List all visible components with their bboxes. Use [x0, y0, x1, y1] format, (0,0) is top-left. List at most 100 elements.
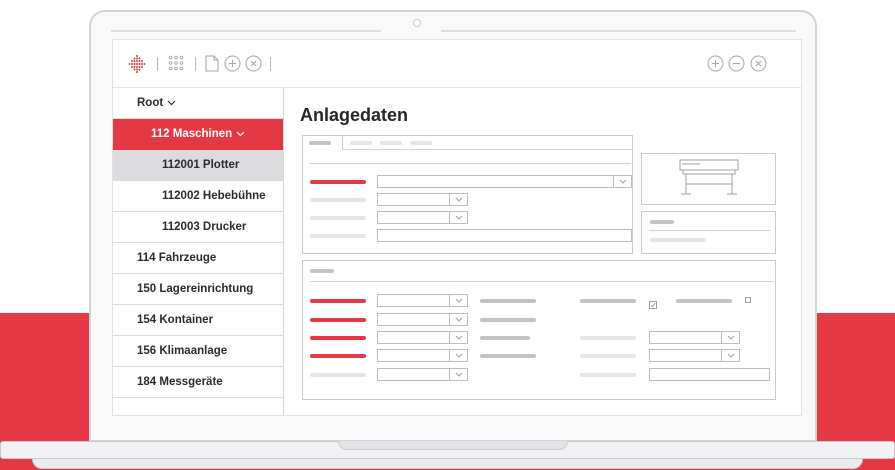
select-field[interactable] — [377, 193, 468, 206]
sidebar-item-label: 154 Kontainer — [137, 314, 214, 326]
check-icon[interactable] — [649, 296, 657, 314]
toolbar — [113, 40, 801, 88]
required-label-placeholder — [310, 336, 366, 340]
sidebar-item-hebebuehne[interactable]: 112002 Hebebühne — [113, 181, 283, 212]
sidebar-item-label: 114 Fahrzeuge — [137, 252, 217, 264]
plotter-icon — [678, 158, 740, 205]
section-divider — [310, 281, 774, 282]
required-label-placeholder — [310, 299, 366, 303]
sidebar-item-label: 184 Messgeräte — [137, 376, 223, 388]
select-field[interactable] — [377, 211, 468, 224]
form-panel-details — [302, 260, 776, 400]
sidebar-item-fahrzeuge[interactable]: 114 Fahrzeuge — [113, 243, 283, 274]
label-placeholder — [310, 198, 366, 202]
grid-icon[interactable] — [168, 55, 184, 76]
chevron-down-icon[interactable] — [449, 212, 467, 223]
chevron-down-icon[interactable] — [167, 88, 176, 119]
sidebar-item-maschinen[interactable]: 112 Maschinen — [113, 119, 283, 150]
section-title-placeholder — [310, 269, 334, 273]
toolbar-separator — [157, 57, 158, 71]
main-content: Anlagedaten — [285, 88, 801, 415]
label-placeholder — [480, 354, 536, 358]
required-label-placeholder — [310, 354, 366, 358]
label-placeholder — [580, 336, 636, 340]
bezel-line-right — [441, 30, 796, 32]
toolbar-separator — [195, 57, 196, 71]
text-field[interactable] — [377, 229, 632, 242]
chevron-down-icon[interactable] — [449, 369, 467, 380]
section-divider — [310, 163, 631, 164]
sidebar-item-messgeraete[interactable]: 184 Messgeräte — [113, 367, 283, 398]
chevron-down-icon[interactable] — [449, 350, 467, 361]
close-circle-icon[interactable] — [750, 55, 767, 77]
sidebar-item-label: 112003 Drucker — [162, 221, 247, 233]
select-field[interactable] — [377, 349, 468, 362]
sidebar-item-klimaanlage[interactable]: 156 Klimaanlage — [113, 336, 283, 367]
tab-placeholder[interactable] — [380, 141, 402, 145]
chevron-down-icon[interactable] — [449, 194, 467, 205]
sidebar-item-label: Root — [137, 97, 164, 109]
chevron-down-icon[interactable] — [721, 350, 739, 361]
remove-circle-icon[interactable] — [728, 55, 745, 77]
text-field[interactable] — [649, 368, 770, 381]
sidebar: Root 112 Maschinen 112001 Plotter 112002… — [113, 88, 284, 415]
sidebar-item-label: 112002 Hebebühne — [162, 190, 266, 202]
add-circle-icon[interactable] — [224, 55, 241, 77]
label-placeholder — [480, 318, 536, 322]
select-field[interactable] — [377, 313, 468, 326]
chevron-down-icon[interactable] — [613, 176, 631, 187]
label-placeholder — [580, 354, 636, 358]
document-icon[interactable] — [205, 55, 219, 77]
form-panel-general — [302, 135, 633, 254]
select-field[interactable] — [649, 331, 740, 344]
sidebar-item-kontainer[interactable]: 154 Kontainer — [113, 305, 283, 336]
sidebar-item-root[interactable]: Root — [113, 88, 283, 119]
select-field[interactable] — [377, 331, 468, 344]
sidebar-item-label: 150 Lagereinrichtung — [137, 283, 254, 295]
page-title: Anlagedaten — [300, 105, 409, 125]
select-field[interactable] — [649, 349, 740, 362]
bezel-line-left — [111, 30, 381, 32]
sidebar-item-drucker[interactable]: 112003 Drucker — [113, 212, 283, 243]
label-placeholder — [480, 336, 530, 340]
info-panel — [641, 211, 776, 254]
chevron-down-icon[interactable] — [449, 295, 467, 306]
sidebar-item-label: 156 Klimaanlage — [137, 345, 228, 357]
chevron-down-icon[interactable] — [721, 332, 739, 343]
tab-placeholder[interactable] — [410, 141, 432, 145]
sidebar-item-lagereinrichtung[interactable]: 150 Lagereinrichtung — [113, 274, 283, 305]
image-preview-panel — [641, 153, 776, 205]
label-placeholder — [580, 299, 636, 303]
close-circle-icon[interactable] — [245, 55, 262, 77]
chevron-down-icon[interactable] — [449, 314, 467, 325]
label-placeholder — [676, 299, 732, 303]
base-bottom — [32, 459, 863, 469]
required-label-placeholder — [310, 180, 366, 184]
chevron-down-icon[interactable] — [449, 332, 467, 343]
info-title-placeholder — [650, 220, 674, 224]
camera-icon — [413, 19, 421, 27]
label-placeholder — [310, 216, 366, 220]
select-field[interactable] — [377, 175, 632, 188]
app-screen: Root 112 Maschinen 112001 Plotter 112002… — [112, 39, 802, 416]
sidebar-item-label: 112 Maschinen — [151, 128, 233, 140]
tab-active[interactable] — [303, 135, 343, 150]
info-value-placeholder — [650, 238, 706, 242]
select-field[interactable] — [377, 368, 468, 381]
checkbox[interactable] — [745, 297, 751, 303]
select-field[interactable] — [377, 294, 468, 307]
sidebar-item-plotter[interactable]: 112001 Plotter — [113, 150, 283, 181]
base-notch — [338, 441, 568, 450]
logo-diamond-icon[interactable] — [127, 54, 147, 79]
label-placeholder — [310, 234, 366, 238]
required-label-placeholder — [310, 318, 366, 322]
tab-label-placeholder — [309, 141, 331, 145]
chevron-down-icon[interactable] — [236, 119, 245, 150]
tab-placeholder[interactable] — [350, 141, 372, 145]
sidebar-item-label: 112001 Plotter — [162, 159, 240, 171]
tab-row-line — [343, 149, 632, 150]
laptop-base — [0, 441, 895, 470]
add-circle-icon[interactable] — [707, 55, 724, 77]
info-divider — [649, 230, 770, 231]
label-placeholder — [580, 373, 636, 377]
